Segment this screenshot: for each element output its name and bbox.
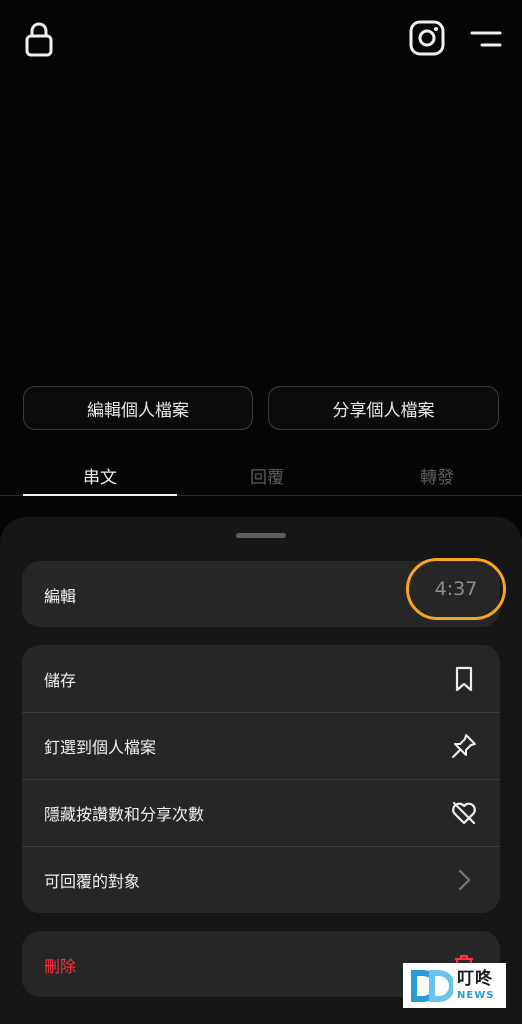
pin-icon [451,734,476,759]
delete-label: 刪除 [44,956,77,976]
save-row[interactable]: 儲存 [22,645,500,712]
instagram-icon[interactable] [408,19,446,57]
dingdong-logo-icon [411,969,453,1002]
edit-time-remaining: 4:37 [434,578,478,600]
pin-label: 釘選到個人檔案 [44,738,157,757]
edit-label: 編輯 [44,586,77,606]
action-sheet: 編輯 4:37 儲存 釘選到個人檔案 隱藏按讚數和分享次數 可回覆的對象 刪除 [0,517,522,1024]
reply-audience-label: 可回覆的對象 [44,872,141,891]
reply-audience-row[interactable]: 可回覆的對象 [22,846,500,913]
edit-row[interactable]: 編輯 4:37 [22,558,506,628]
save-label: 儲存 [44,670,77,690]
watermark-sub: NEWS [457,989,495,1001]
share-profile-button[interactable]: 分享個人檔案 [268,386,499,430]
heart-off-icon [452,801,476,825]
options-card: 儲存 釘選到個人檔案 隱藏按讚數和分享次數 可回覆的對象 [22,645,500,913]
hide-likes-label: 隱藏按讚數和分享次數 [44,805,205,824]
tab-reposts[interactable]: 轉發 [360,456,514,494]
chevron-right-icon [458,869,471,891]
menu-icon[interactable] [468,26,504,52]
hide-likes-row[interactable]: 隱藏按讚數和分享次數 [22,779,500,846]
pin-to-profile-row[interactable]: 釘選到個人檔案 [22,712,500,779]
news-watermark: 叮咚 NEWS [403,963,506,1008]
lock-icon[interactable] [22,20,56,58]
edit-card[interactable]: 編輯 4:37 [22,558,506,628]
edit-profile-button[interactable]: 編輯個人檔案 [23,386,253,430]
watermark-name: 叮咚 [457,968,493,989]
bookmark-icon [455,666,473,691]
active-tab-indicator [23,494,177,496]
sheet-grabber[interactable] [236,533,286,538]
tab-threads[interactable]: 串文 [23,456,177,494]
tab-replies[interactable]: 回覆 [190,456,344,494]
time-highlight-ring: 4:37 [406,558,506,620]
